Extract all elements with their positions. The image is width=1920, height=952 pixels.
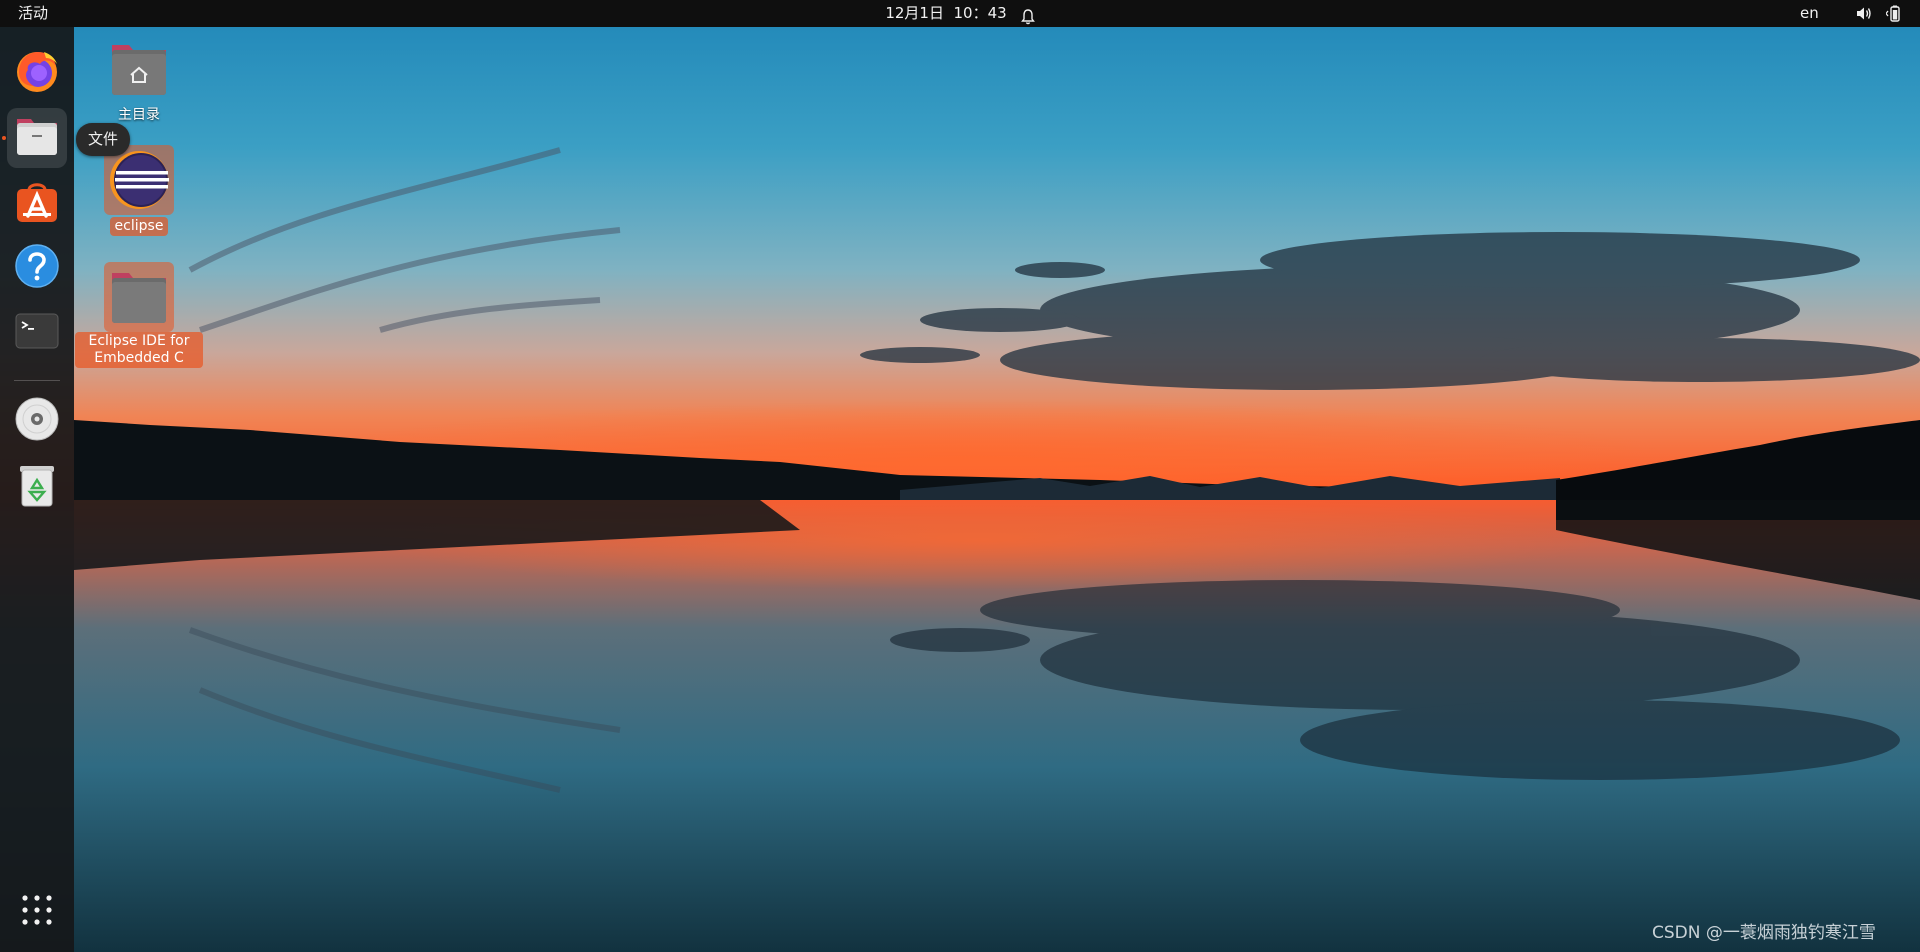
- dock: [0, 27, 74, 952]
- dock-item-trash[interactable]: [7, 457, 67, 517]
- dock-item-disc[interactable]: [7, 391, 67, 451]
- home-folder-icon: [104, 34, 174, 104]
- show-applications-button[interactable]: [7, 882, 67, 942]
- dock-item-firefox[interactable]: [7, 43, 67, 103]
- desktop-icon-eclipse[interactable]: eclipse: [74, 145, 204, 236]
- watermark-text: CSDN @一蓑烟雨独钓寒江雪: [1652, 923, 1876, 943]
- dock-item-help[interactable]: [7, 238, 67, 298]
- dock-item-files[interactable]: [7, 108, 67, 168]
- dock-item-terminal[interactable]: [7, 303, 67, 363]
- speaker-icon[interactable]: [1856, 6, 1872, 21]
- battery-icon[interactable]: [1885, 5, 1902, 22]
- clock-button[interactable]: 12月1日 10：43: [885, 0, 1035, 27]
- dock-separator: [14, 380, 60, 381]
- running-indicator: [2, 136, 6, 140]
- help-icon: [14, 243, 60, 293]
- trash-icon: [16, 462, 58, 512]
- terminal-icon: [14, 311, 60, 355]
- activities-button[interactable]: 活动: [10, 0, 56, 27]
- input-language-indicator[interactable]: en: [1800, 0, 1819, 27]
- grid-icon: [21, 894, 53, 930]
- disc-icon: [14, 396, 60, 446]
- dock-tooltip: 文件: [76, 123, 131, 156]
- firefox-icon: [14, 48, 60, 98]
- bell-icon: [1020, 7, 1035, 24]
- desktop-icon-label: 主目录: [118, 107, 160, 123]
- dock-item-software[interactable]: [7, 173, 67, 233]
- top-bar: 活动 12月1日 10：43 en: [0, 0, 1920, 27]
- folder-icon: [104, 262, 174, 332]
- files-icon: [14, 115, 60, 161]
- clock-label: 12月1日 10：43: [885, 4, 1007, 22]
- desktop-icon-home[interactable]: 主目录: [74, 34, 204, 125]
- desktop-icon-label: Eclipse IDE for Embedded C: [75, 332, 203, 368]
- app-center-icon: [14, 178, 60, 228]
- desktop-wallpaper: [0, 0, 1920, 952]
- desktop-icon-label: eclipse: [109, 217, 169, 236]
- desktop-icon-eclipse-ide-folder[interactable]: Eclipse IDE for Embedded C: [74, 262, 204, 368]
